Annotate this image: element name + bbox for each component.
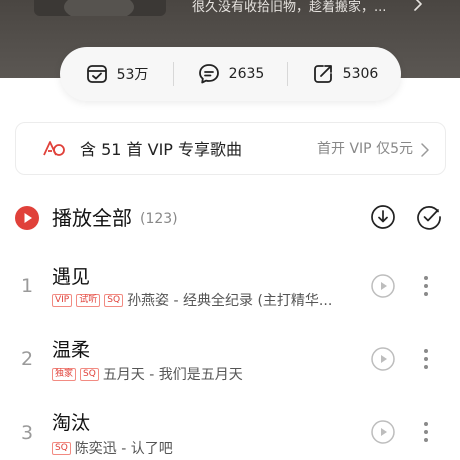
vip-tag: VIP [52,293,73,307]
vip-banner-text: 含 51 首 VIP 专享歌曲 [80,140,243,159]
song-meta: 独家 SQ 五月天 - 我们是五月天 [52,365,357,383]
trial-tag: 试听 [76,293,101,307]
sq-tag: SQ [104,293,124,307]
song-index: 3 [20,422,34,444]
sq-tag: SQ [80,367,99,381]
multiselect-check-icon[interactable] [416,204,442,230]
share-icon [313,65,332,83]
comment-count: 2635 [228,66,265,82]
song-artist-album: 孙燕姿 - 经典全纪录 (主打精华... [127,293,333,309]
comment-icon [198,64,219,84]
collect-button[interactable]: 53万 [60,47,173,101]
song-artist-album: 陈奕迅 - 认了吧 [74,441,173,457]
collect-count: 53万 [116,67,149,83]
play-circle-icon[interactable] [15,206,39,230]
share-button[interactable]: 5306 [288,47,401,101]
sq-tag: SQ [52,441,71,455]
vip-offer-link[interactable]: 首开 VIP 仅5元 [317,123,413,176]
vip-icon [43,141,65,156]
comment-button[interactable]: 2635 [174,47,287,101]
song-index: 1 [20,275,34,297]
song-row[interactable]: 2 温柔 独家 SQ 五月天 - 我们是五月天 [0,326,460,394]
exclusive-tag: 独家 [52,367,77,381]
play-all-button[interactable]: 播放全部 [52,195,132,241]
chevron-right-icon [421,143,429,157]
song-count: (123) [140,211,178,227]
chevron-right-icon[interactable] [410,0,426,12]
song-index: 2 [20,348,34,370]
download-icon[interactable] [370,204,396,230]
stats-bar: 53万 2635 5306 [60,47,401,101]
song-title: 温柔 [52,339,91,361]
play-mv-icon[interactable] [371,274,395,298]
song-row[interactable]: 1 遇见 VIP 试听 SQ 孙燕姿 - 经典全纪录 (主打精华... [0,253,460,321]
song-meta: VIP 试听 SQ 孙燕姿 - 经典全纪录 (主打精华... [52,291,357,309]
song-meta: SQ 陈奕迅 - 认了吧 [52,439,357,457]
song-title: 淘汰 [52,412,91,434]
share-count: 5306 [342,66,379,82]
vip-banner[interactable]: 含 51 首 VIP 专享歌曲 首开 VIP 仅5元 [15,122,446,175]
song-title: 遇见 [52,266,91,288]
more-vertical-icon[interactable] [420,274,432,298]
song-artist-album: 五月天 - 我们是五月天 [102,367,243,383]
more-vertical-icon[interactable] [420,347,432,371]
playlist-description[interactable]: 很久没有收拾旧物，趁着搬家，... [192,0,432,13]
playlist-cover[interactable] [34,0,166,16]
play-all-row: 播放全部 (123) [0,195,460,241]
collect-icon [86,65,107,83]
more-vertical-icon[interactable] [420,420,432,444]
play-mv-icon[interactable] [371,420,395,444]
play-mv-icon[interactable] [371,347,395,371]
song-row[interactable]: 3 淘汰 SQ 陈奕迅 - 认了吧 [0,399,460,460]
